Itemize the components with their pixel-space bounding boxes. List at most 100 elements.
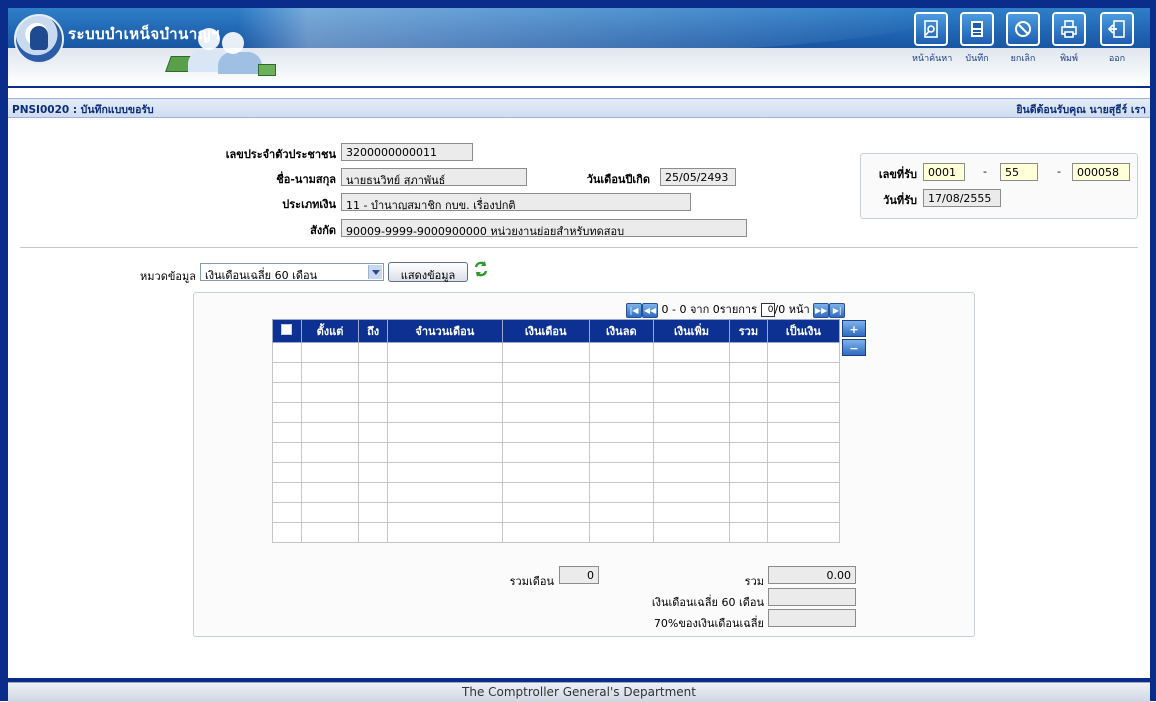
toolbar-print-button[interactable]: พิมพ์ — [1050, 12, 1088, 72]
table-cell — [386, 462, 503, 483]
seventy-percent-label: 70%ของเงินเดือนเฉลี่ย — [653, 617, 764, 630]
table-cell — [386, 382, 503, 403]
table-cell — [272, 482, 302, 503]
average-salary-field — [768, 588, 856, 606]
table-cell — [272, 422, 302, 443]
table-row[interactable] — [272, 382, 841, 403]
toolbar-label: ออก — [1108, 54, 1126, 64]
table-row[interactable] — [272, 362, 841, 383]
table-cell — [300, 502, 360, 523]
table-cell — [386, 442, 503, 463]
receipt-date-field[interactable]: 17/08/2555 — [923, 189, 1001, 207]
table-cell — [652, 402, 731, 423]
table-cell — [729, 502, 768, 523]
dob-field[interactable]: 25/05/2493 — [660, 168, 736, 186]
table-cell — [300, 422, 360, 443]
chevron-down-icon[interactable] — [368, 265, 382, 279]
table-cell — [358, 462, 388, 483]
table-body — [272, 342, 841, 543]
table-cell — [652, 442, 731, 463]
table-cell — [272, 502, 302, 523]
table-cell — [272, 382, 302, 403]
table-cell — [766, 422, 841, 443]
table-cell — [588, 422, 654, 443]
prev-page-icon[interactable]: ◀◀ — [642, 302, 658, 318]
department-field[interactable]: 90009-9999-9000900000 หน่วยงานย่อยสำหรับ… — [341, 219, 747, 237]
table-cell — [272, 342, 302, 363]
toolbar-exit-button[interactable]: ออก — [1098, 12, 1136, 72]
table-cell — [652, 462, 731, 483]
money-graphic — [258, 64, 276, 76]
money-type-field[interactable]: 11 - บำนาญสมาชิก กบข. เรื่องปกติ — [341, 193, 691, 211]
first-page-icon[interactable]: |◀ — [626, 302, 642, 318]
table-cell — [501, 342, 590, 363]
table-cell — [272, 442, 302, 463]
table-row[interactable] — [272, 342, 841, 363]
add-row-icon[interactable]: + — [842, 320, 866, 337]
refresh-icon[interactable] — [473, 260, 489, 281]
page-title: PNSI0020 : บันทึกแบบขอรับ — [12, 104, 154, 116]
receipt-no-part3[interactable]: 000058 — [1072, 163, 1130, 181]
receipt-no-part1[interactable]: 0001 — [923, 163, 965, 181]
category-select[interactable]: เงินเดือนเฉลี่ย 60 เดือน — [200, 263, 384, 282]
save-icon — [960, 12, 994, 46]
logo-emblem — [30, 26, 48, 50]
toolbar-label: ยกเลิก — [1010, 54, 1036, 64]
seventy-percent-field — [768, 609, 856, 627]
toolbar-save-button[interactable]: บันทึก — [958, 12, 996, 72]
receipt-no-part2[interactable]: 55 — [1000, 163, 1038, 181]
table-cell — [501, 502, 590, 523]
sum-total-label: รวม — [744, 575, 764, 588]
show-data-button[interactable]: แสดงข้อมูล — [388, 262, 468, 282]
id-label: เลขประจำตัวประชาชน — [225, 148, 336, 161]
section-divider — [20, 247, 1138, 248]
table-cell — [272, 402, 302, 423]
table-cell — [386, 482, 503, 503]
toolbar-label: หน้าค้นหา — [912, 54, 953, 64]
header-illustration — [165, 28, 278, 76]
select-all-checkbox[interactable] — [272, 319, 302, 343]
table-cell — [766, 522, 841, 543]
table-cell — [272, 522, 302, 543]
page-number-input[interactable]: 0 — [760, 303, 775, 317]
col-amount: เป็นเงิน — [766, 319, 841, 343]
table-cell — [652, 362, 731, 383]
table-cell — [652, 342, 731, 363]
table-cell — [766, 442, 841, 463]
table-row[interactable] — [272, 422, 841, 443]
pager-summary: 0 - 0 จาก 0รายการ — [661, 303, 758, 316]
table-cell — [358, 482, 388, 503]
table-cell — [729, 482, 768, 503]
table-cell — [300, 442, 360, 463]
table-row[interactable] — [272, 442, 841, 463]
toolbar-label: พิมพ์ — [1060, 54, 1078, 64]
category-label: หมวดข้อมูล — [140, 270, 196, 283]
table-row[interactable] — [272, 482, 841, 503]
name-field[interactable]: นายธนวิทย์ สุภาพันธ์ — [341, 168, 527, 186]
table-cell — [501, 482, 590, 503]
table-cell — [358, 342, 388, 363]
table-row[interactable] — [272, 402, 841, 423]
remove-row-icon[interactable]: − — [842, 339, 866, 356]
id-field[interactable]: 3200000000011 — [341, 143, 473, 161]
table-cell — [729, 382, 768, 403]
table-row[interactable] — [272, 522, 841, 543]
last-page-icon[interactable]: ▶| — [829, 302, 846, 318]
table-row[interactable] — [272, 462, 841, 483]
search-page-icon — [914, 12, 948, 46]
table-cell — [729, 422, 768, 443]
department-logo — [14, 14, 64, 64]
table-row[interactable] — [272, 502, 841, 523]
toolbar-cancel-button[interactable]: ยกเลิก — [1004, 12, 1042, 72]
toolbar-search-page-button[interactable]: หน้าค้นหา — [912, 12, 953, 72]
next-page-icon[interactable]: ▶▶ — [813, 302, 830, 318]
table-cell — [358, 362, 388, 383]
category-select-value: เงินเดือนเฉลี่ย 60 เดือน — [205, 269, 318, 282]
table-cell — [300, 362, 360, 383]
table-cell — [588, 522, 654, 543]
table-cell — [588, 482, 654, 503]
table-cell — [652, 422, 731, 443]
table-cell — [300, 482, 360, 503]
person-head-graphic — [198, 28, 220, 50]
pager-total: /0 หน้า — [774, 303, 810, 316]
